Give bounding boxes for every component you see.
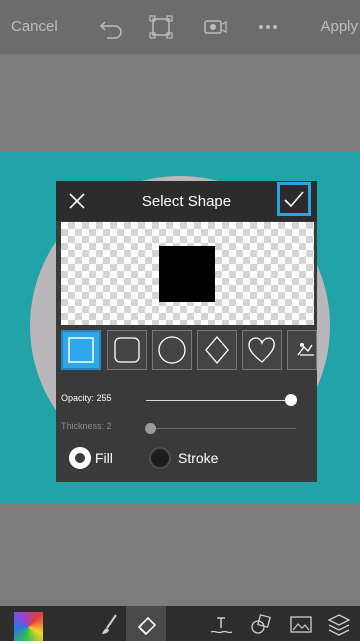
shape-circle-button[interactable] xyxy=(152,330,192,370)
crop-icon[interactable] xyxy=(147,14,175,40)
more-icon[interactable] xyxy=(254,14,282,40)
close-icon[interactable] xyxy=(66,190,88,212)
cancel-button[interactable]: Cancel xyxy=(11,18,58,35)
video-icon[interactable] xyxy=(201,14,229,40)
opacity-slider-track[interactable] xyxy=(146,400,292,401)
select-shape-dialog: Select Shape Opacity: 255 Thickness: 2 F… xyxy=(56,181,317,482)
shape-heart-button[interactable] xyxy=(242,330,282,370)
thickness-slider-track[interactable] xyxy=(150,428,296,429)
apply-button[interactable]: Apply xyxy=(320,18,358,35)
fill-radio[interactable] xyxy=(69,447,91,469)
canvas-background-top xyxy=(0,54,360,152)
top-toolbar: Cancel Apply xyxy=(0,0,360,54)
shape-custom-button[interactable] xyxy=(287,330,317,370)
fill-label[interactable]: Fill xyxy=(95,450,113,466)
diamond-icon xyxy=(205,335,229,365)
confirm-button[interactable] xyxy=(277,182,311,216)
brush-icon[interactable] xyxy=(96,610,124,638)
image-icon[interactable] xyxy=(287,610,315,638)
eraser-icon[interactable] xyxy=(133,610,161,638)
shape-rounded-square-button[interactable] xyxy=(107,330,147,370)
shape-picker xyxy=(56,329,317,373)
shape-tool-icon[interactable] xyxy=(247,610,275,638)
checkmark-icon xyxy=(284,191,304,208)
preview-square xyxy=(159,246,215,302)
heart-icon xyxy=(248,337,275,363)
undo-icon[interactable] xyxy=(97,14,125,40)
fill-radio-dot xyxy=(75,453,85,463)
layers-icon[interactable] xyxy=(325,610,353,638)
opacity-label: Opacity: 255 xyxy=(61,393,112,403)
shape-diamond-button[interactable] xyxy=(197,330,237,370)
circle-icon xyxy=(158,336,186,364)
opacity-slider-knob[interactable] xyxy=(285,394,297,406)
custom-shape-icon xyxy=(297,343,314,356)
canvas-background-bottom xyxy=(0,503,360,606)
thickness-label: Thickness: 2 xyxy=(61,421,112,431)
bottom-toolbar xyxy=(0,606,360,641)
color-picker-swatch[interactable] xyxy=(14,612,43,641)
shape-square-button[interactable] xyxy=(61,330,101,370)
stroke-label[interactable]: Stroke xyxy=(178,450,218,466)
rounded-square-icon xyxy=(114,337,140,363)
thickness-slider-knob[interactable] xyxy=(145,423,156,434)
text-icon[interactable] xyxy=(207,610,235,638)
shape-preview xyxy=(61,222,314,325)
stroke-radio[interactable] xyxy=(149,447,171,469)
square-icon xyxy=(68,337,94,363)
